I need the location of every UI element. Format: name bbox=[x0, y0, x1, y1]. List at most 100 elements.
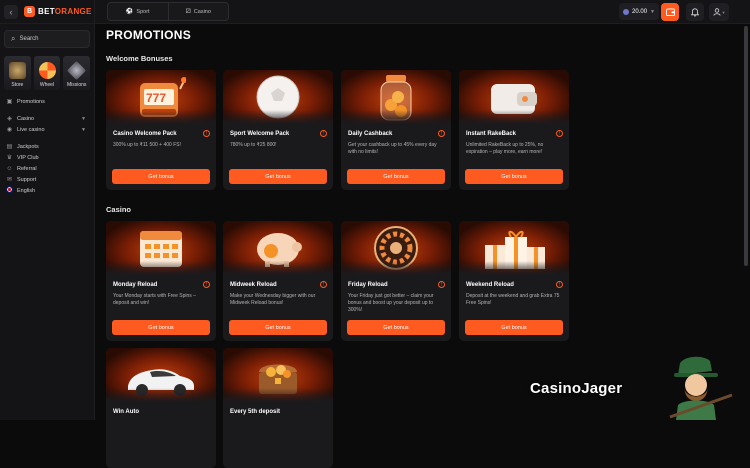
roulette-icon bbox=[374, 226, 418, 270]
promo-card[interactable]: Weekend Reload ! Deposit at the weekend … bbox=[459, 221, 569, 341]
sidebar-item-label: Promotions bbox=[17, 98, 45, 105]
promo-card[interactable]: Monday Reload ! Your Monday starts with … bbox=[106, 221, 216, 341]
card-description: Get your cashback up to 45% every day wi… bbox=[348, 142, 437, 155]
calendar-icon bbox=[140, 231, 182, 267]
ball-icon: ⚽ bbox=[125, 9, 134, 15]
info-icon[interactable]: ! bbox=[556, 130, 563, 137]
uk-flag-icon bbox=[6, 186, 13, 195]
page-title: PROMOTIONS bbox=[106, 28, 192, 42]
promotions-page: PROMOTIONS Welcome Bonuses 777 Casino We… bbox=[95, 24, 742, 468]
live-icon: ◉ bbox=[6, 127, 13, 133]
sidebar-item-live-casino[interactable]: ◉ Live casino ▼ bbox=[0, 124, 94, 135]
get-bonus-button[interactable]: Get bonus bbox=[229, 320, 327, 335]
sidebar-nav: ▣ Promotions ◈ Casino ▼ ◉ Live casino ▼ … bbox=[0, 96, 94, 196]
promo-card[interactable]: Friday Reload ! Your Friday just got bet… bbox=[341, 221, 451, 341]
sidebar: ‹ B BETORANGE ⌕ Search Store Wheel Missi… bbox=[0, 0, 95, 420]
sidebar-item-label: Jackpots bbox=[17, 143, 39, 150]
promo-card[interactable]: Midweek Reload ! Make your Wednesday big… bbox=[223, 221, 333, 341]
card-art bbox=[459, 221, 569, 275]
notifications-button[interactable] bbox=[686, 3, 704, 21]
tile-label: Wheel bbox=[39, 82, 55, 88]
info-icon[interactable]: ! bbox=[438, 130, 445, 137]
tile-missions[interactable]: Missions bbox=[63, 56, 91, 90]
sidebar-item-promotions[interactable]: ▣ Promotions bbox=[0, 96, 94, 107]
card-description: Your Monday starts with Free Spins – dep… bbox=[113, 293, 196, 306]
chevron-down-icon: ▼ bbox=[650, 8, 655, 15]
topbar: ⚽ Sport ⚂ Casino 20.00 ▼ ▼ bbox=[95, 0, 750, 24]
tile-store[interactable]: Store bbox=[4, 56, 31, 90]
info-icon[interactable]: ! bbox=[203, 281, 210, 288]
card-description: Your Friday just got better – claim your… bbox=[348, 293, 434, 313]
car-icon bbox=[128, 369, 194, 396]
tab-casino[interactable]: ⚂ Casino bbox=[167, 3, 229, 20]
card-art: 777 bbox=[106, 70, 216, 124]
card-title: Win Auto bbox=[113, 409, 140, 415]
sidebar-item-casino[interactable]: ◈ Casino ▼ bbox=[0, 113, 94, 124]
sidebar-item-language[interactable]: English bbox=[0, 185, 94, 196]
card-description: 780% up to ₹25 800! bbox=[230, 142, 277, 148]
feature-tiles: Store Wheel Missions bbox=[4, 56, 91, 90]
card-title: Daily Cashback bbox=[348, 131, 393, 137]
info-icon[interactable]: ! bbox=[203, 130, 210, 137]
profile-button[interactable]: ▼ bbox=[709, 3, 729, 21]
sidebar-item-referral[interactable]: ☺ Referral bbox=[0, 163, 94, 174]
card-art bbox=[106, 348, 216, 402]
card-title: Sport Welcome Pack bbox=[230, 131, 290, 137]
card-title: Weekend Reload bbox=[466, 282, 514, 288]
tab-sport[interactable]: ⚽ Sport bbox=[108, 3, 168, 20]
chevron-down-icon: ▼ bbox=[81, 126, 86, 133]
collapse-sidebar-button[interactable]: ‹ bbox=[4, 4, 18, 19]
sidebar-item-label: Support bbox=[17, 176, 37, 183]
info-icon[interactable]: ! bbox=[556, 281, 563, 288]
section-title-welcome: Welcome Bonuses bbox=[106, 54, 173, 63]
get-bonus-button[interactable]: Get bonus bbox=[347, 320, 445, 335]
logo[interactable]: B BETORANGE bbox=[24, 6, 92, 17]
logo-prefix: BET bbox=[38, 7, 55, 16]
dice-icon: ⚂ bbox=[185, 9, 191, 15]
card-title: Friday Reload bbox=[348, 282, 388, 288]
sidebar-item-label: Referral bbox=[17, 165, 37, 172]
tile-wheel[interactable]: Wheel bbox=[33, 56, 61, 90]
get-bonus-button[interactable]: Get bonus bbox=[229, 169, 327, 184]
info-icon[interactable]: ! bbox=[320, 281, 327, 288]
get-bonus-button[interactable]: Get bonus bbox=[347, 169, 445, 184]
card-title: Every 5th deposit bbox=[230, 409, 281, 415]
info-icon[interactable]: ! bbox=[438, 281, 445, 288]
get-bonus-button[interactable]: Get bonus bbox=[112, 320, 210, 335]
sidebar-item-support[interactable]: ✉ Support bbox=[0, 174, 94, 185]
scrollbar[interactable] bbox=[744, 26, 748, 266]
sidebar-item-jackpots[interactable]: ▤ Jackpots bbox=[0, 141, 94, 152]
sidebar-item-label: VIP Club bbox=[17, 154, 39, 161]
promo-card[interactable]: Sport Welcome Pack ! 780% up to ₹25 800!… bbox=[223, 70, 333, 190]
chevron-down-icon: ▼ bbox=[81, 115, 86, 122]
wallet-icon bbox=[665, 8, 675, 16]
users-icon: ☺ bbox=[6, 165, 13, 172]
card-description: Unlimited RakeBack up to 25%, no expirat… bbox=[466, 142, 544, 155]
gift-icon: ▣ bbox=[6, 99, 13, 105]
casino-icon: ◈ bbox=[7, 116, 12, 122]
sidebar-item-label: English bbox=[17, 187, 36, 194]
promo-card[interactable]: Win Auto bbox=[106, 348, 216, 468]
wheel-icon bbox=[38, 62, 56, 79]
promo-card[interactable]: 777 Casino Welcome Pack ! 300% up to ₹11… bbox=[106, 70, 216, 190]
balance-dropdown[interactable]: 20.00 ▼ bbox=[619, 3, 659, 20]
card-description: 300% up to ₹11 500 + 400 FS! bbox=[113, 142, 181, 148]
card-art bbox=[459, 70, 569, 124]
wallet-button[interactable] bbox=[661, 3, 679, 21]
info-icon[interactable]: ! bbox=[320, 130, 327, 137]
get-bonus-button[interactable]: Get bonus bbox=[465, 169, 563, 184]
get-bonus-button[interactable]: Get bonus bbox=[465, 320, 563, 335]
promo-card[interactable]: Daily Cashback ! Get your cashback up to… bbox=[341, 70, 451, 190]
sidebar-item-vip-club[interactable]: ♛ VIP Club bbox=[0, 152, 94, 163]
wallet-art-icon bbox=[491, 84, 537, 114]
search-placeholder: Search bbox=[19, 36, 39, 42]
card-description: Deposit at the weekend and grab Extra 75… bbox=[466, 293, 560, 306]
get-bonus-button[interactable]: Get bonus bbox=[112, 169, 210, 184]
tile-label: Missions bbox=[66, 82, 87, 88]
user-icon bbox=[712, 8, 721, 16]
card-art bbox=[341, 70, 451, 124]
promo-card[interactable]: Every 5th deposit bbox=[223, 348, 333, 468]
mascot-hunter-icon bbox=[669, 356, 733, 420]
promo-card[interactable]: Instant RakeBack ! Unlimited RakeBack up… bbox=[459, 70, 569, 190]
search-input[interactable]: ⌕ Search bbox=[4, 30, 90, 48]
